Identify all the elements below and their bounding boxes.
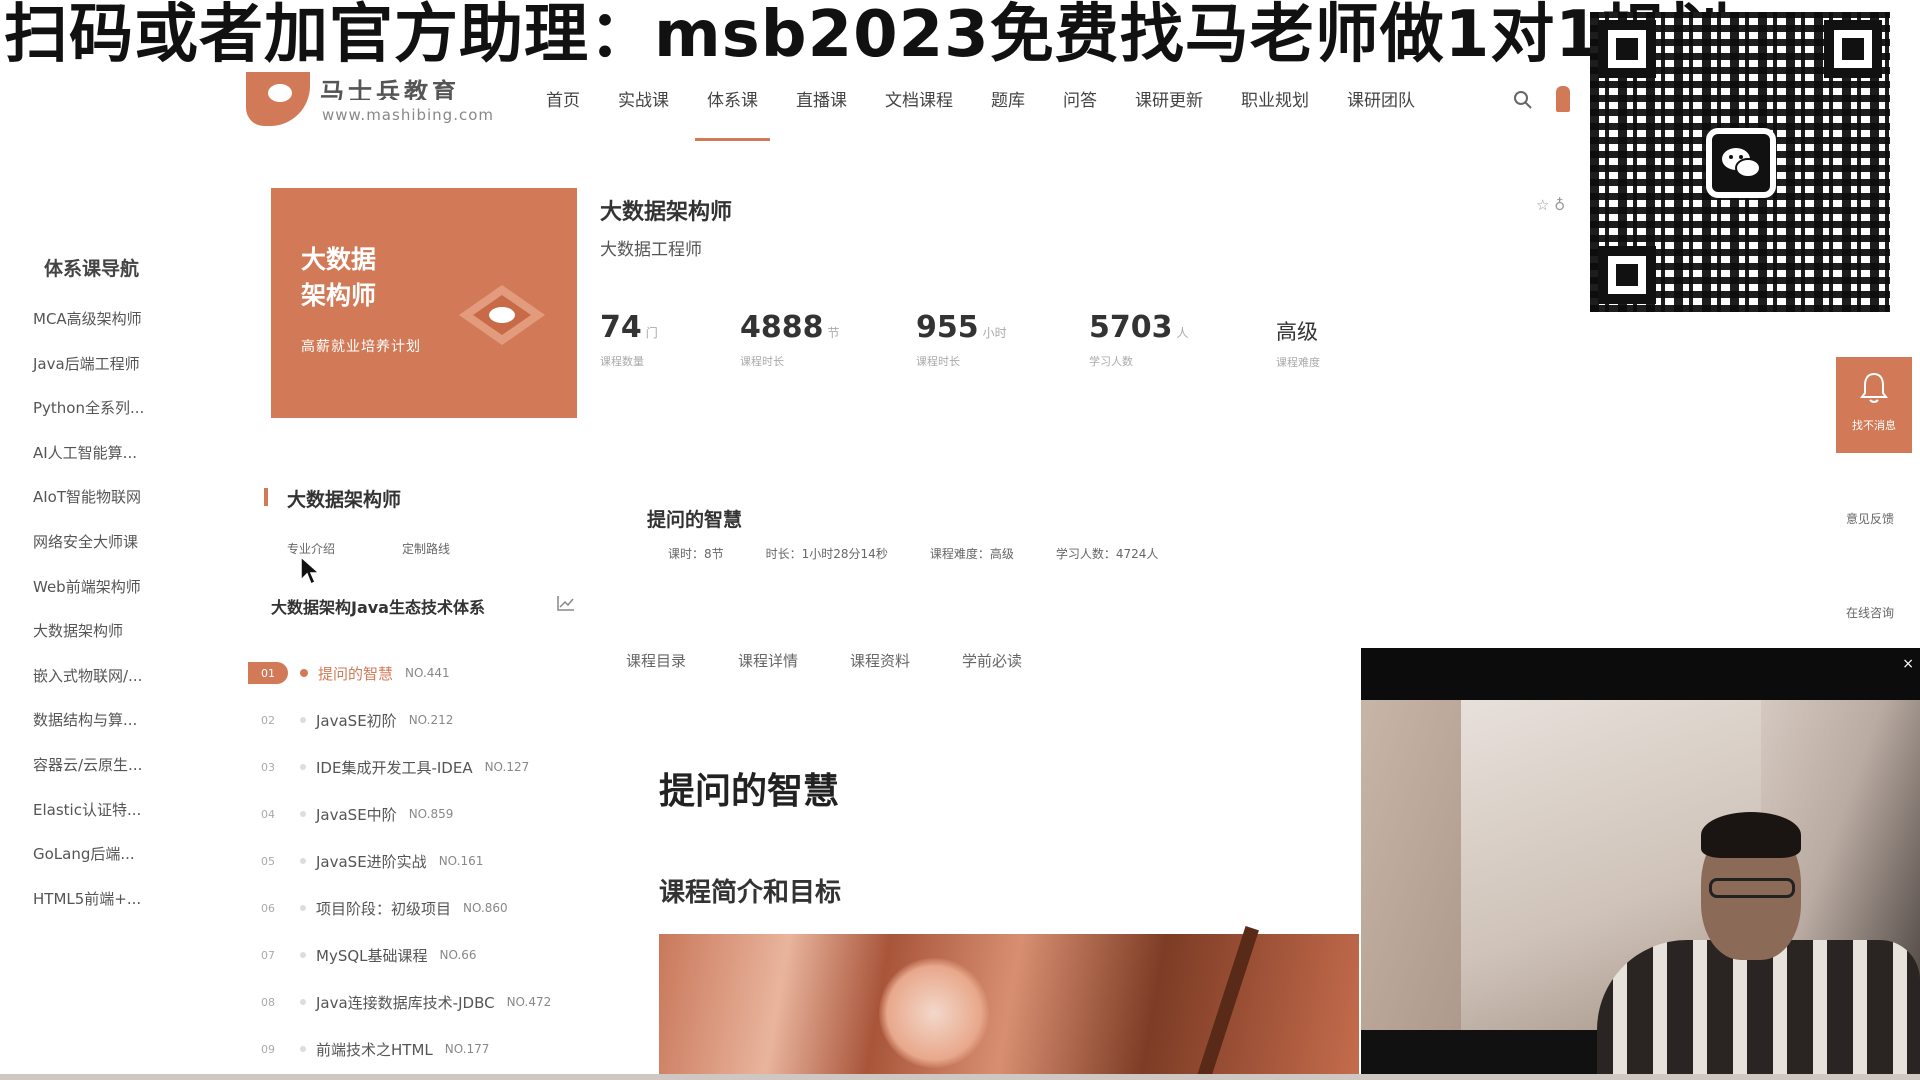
- wechat-icon: [1706, 128, 1776, 198]
- list-item[interactable]: 09 前端技术之HTML NO.177: [248, 1034, 588, 1064]
- course-title: 大数据架构师: [600, 200, 733, 225]
- site-logo[interactable]: 马士兵教育 www.mashibing.com: [246, 72, 506, 132]
- chart-icon[interactable]: [556, 594, 576, 612]
- sidebar-item-ai[interactable]: AI人工智能算...: [33, 442, 144, 487]
- bell-icon: [1860, 372, 1888, 403]
- tab-materials[interactable]: 课程资料: [850, 650, 910, 671]
- promo-banner: 扫码或者加官方助理：msb2023免费找马老师做1对1规划: [4, 0, 1731, 72]
- intro-heading: 课程简介和目标: [659, 878, 842, 908]
- nav-home[interactable]: 首页: [546, 86, 580, 116]
- bottom-border: [0, 1074, 1920, 1080]
- nav-updates[interactable]: 课研更新: [1135, 86, 1203, 116]
- sidebar-item-bigdata[interactable]: 大数据架构师: [33, 620, 144, 665]
- list-item[interactable]: 04 JavaSE中阶 NO.859: [248, 799, 588, 829]
- sidebar-item-python[interactable]: Python全系列...: [33, 397, 144, 442]
- stat-lesson-count: 4888 节 课程时长: [740, 310, 840, 368]
- list-item[interactable]: 03 IDE集成开发工具-IDEA NO.127: [248, 752, 588, 782]
- webcam-overlay: ×: [1361, 648, 1920, 1080]
- mouse-cursor-icon: [300, 556, 320, 586]
- list-item[interactable]: 02 JavaSE初阶 NO.212: [248, 705, 588, 735]
- list-item[interactable]: 01 提问的智慧 NO.441: [248, 658, 588, 688]
- stat-learners: 5703 人 学习人数: [1089, 310, 1189, 368]
- sidebar-item-cloud[interactable]: 容器云/云原生...: [33, 754, 144, 799]
- tab-prerequisites[interactable]: 学前必读: [962, 650, 1022, 671]
- list-item[interactable]: 05 JavaSE进阶实战 NO.161: [248, 846, 588, 876]
- nav-career[interactable]: 职业规划: [1241, 86, 1309, 116]
- presenter-video: [1361, 700, 1920, 1080]
- nav-doc-course[interactable]: 文档课程: [885, 86, 953, 116]
- nav-team[interactable]: 课研团队: [1347, 86, 1415, 116]
- sidebar-title: 体系课导航: [44, 258, 140, 280]
- search-icon[interactable]: [1513, 90, 1533, 110]
- sidebar-item-golang[interactable]: GoLang后端...: [33, 843, 144, 888]
- stat-course-count: 74 门 课程数量: [600, 310, 658, 368]
- cover-graphic: [459, 285, 545, 345]
- lesson-title: 提问的智慧: [647, 509, 743, 531]
- qr-code: [1590, 12, 1890, 312]
- sidebar-item-web[interactable]: Web前端架构师: [33, 576, 144, 621]
- stat-hours: 955 小时 课程时长: [916, 310, 1007, 368]
- feedback-button[interactable]: 意见反馈: [1846, 510, 1894, 527]
- nav-practice[interactable]: 实战课: [618, 86, 669, 116]
- close-icon[interactable]: ×: [1902, 656, 1914, 672]
- content-heading: 提问的智慧: [659, 771, 840, 812]
- sidebar-item-aiot[interactable]: AIoT智能物联网: [33, 486, 144, 531]
- list-item[interactable]: 06 项目阶段：初级项目 NO.860: [248, 893, 588, 923]
- sidebar-item-algorithm[interactable]: 数据结构与算...: [33, 709, 144, 754]
- tab-intro[interactable]: 专业介绍: [287, 540, 335, 557]
- sidebar-item-embedded[interactable]: 嵌入式物联网/...: [33, 665, 144, 710]
- favorite-icon[interactable]: ☆ ♁: [1536, 196, 1565, 214]
- course-subtitle: 大数据工程师: [600, 240, 702, 260]
- path-title: 大数据架构师: [287, 489, 402, 511]
- top-nav: 首页 实战课 体系课 直播课 文档课程 题库 问答 课研更新 职业规划 课研团队: [546, 86, 1453, 141]
- sidebar-item-mca[interactable]: MCA高级架构师: [33, 308, 144, 353]
- notification-button[interactable]: 找不消息: [1836, 357, 1912, 453]
- lesson-meta: 课时：8节 时长：1小时28分14秒 课程难度：高级 学习人数：4724人: [668, 547, 1159, 561]
- nav-question-bank[interactable]: 题库: [991, 86, 1025, 116]
- detail-tabs: 课程目录 课程详情 课程资料 学前必读: [626, 650, 1074, 671]
- tab-custom-route[interactable]: 定制路线: [402, 540, 450, 557]
- tab-catalog[interactable]: 课程目录: [626, 650, 686, 671]
- list-item[interactable]: 08 Java连接数据库技术-JDBC NO.472: [248, 987, 588, 1017]
- section-marker: [264, 488, 268, 506]
- intro-banner-image: [659, 925, 1359, 1080]
- tech-system-title: 大数据架构Java生态技术体系: [271, 598, 485, 617]
- consult-button[interactable]: 在线咨询: [1846, 604, 1894, 621]
- tab-details[interactable]: 课程详情: [738, 650, 798, 671]
- user-icon[interactable]: [1556, 86, 1570, 112]
- sidebar-item-html5[interactable]: HTML5前端+...: [33, 888, 144, 933]
- stat-difficulty: 高级 课程难度: [1276, 320, 1320, 369]
- nav-system-course[interactable]: 体系课: [695, 86, 770, 141]
- nav-live[interactable]: 直播课: [796, 86, 847, 116]
- list-item[interactable]: 07 MySQL基础课程 NO.66: [248, 940, 588, 970]
- nav-qa[interactable]: 问答: [1063, 86, 1097, 116]
- sidebar-item-java[interactable]: Java后端工程师: [33, 353, 144, 398]
- sidebar-nav: MCA高级架构师 Java后端工程师 Python全系列... AI人工智能算.…: [33, 308, 144, 932]
- sidebar-item-elastic[interactable]: Elastic认证特...: [33, 799, 144, 844]
- sidebar-item-security[interactable]: 网络安全大师课: [33, 531, 144, 576]
- course-cover: 大数据 架构师 高薪就业培养计划: [271, 188, 577, 418]
